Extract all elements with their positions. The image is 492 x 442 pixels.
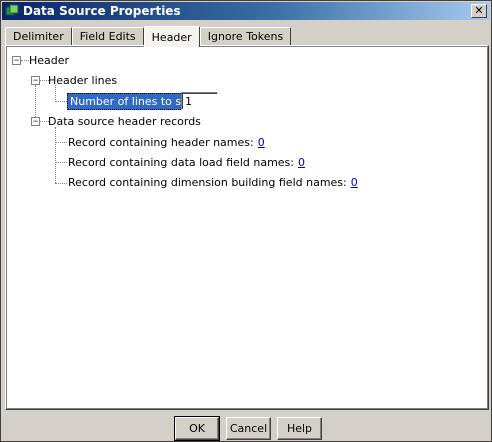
cancel-button[interactable]: Cancel bbox=[226, 417, 271, 440]
tab-label: Field Edits bbox=[79, 30, 136, 43]
help-button[interactable]: Help bbox=[277, 417, 322, 440]
collapse-icon[interactable]: − bbox=[31, 117, 40, 126]
tab-ignore-tokens[interactable]: Ignore Tokens bbox=[199, 27, 292, 46]
tab-header[interactable]: Header bbox=[143, 26, 200, 47]
ok-button[interactable]: OK bbox=[174, 416, 220, 441]
properties-tree[interactable]: − Header − Header lines Number of lines … bbox=[6, 46, 488, 409]
tab-delimiter[interactable]: Delimiter bbox=[5, 27, 72, 46]
collapse-icon[interactable]: − bbox=[31, 76, 40, 85]
tree-connector bbox=[55, 101, 67, 102]
record-dim-field-names-row: Record containing dimension building fie… bbox=[68, 176, 358, 189]
dialog-window: Data Source Properties ✕ Delimiter Field… bbox=[0, 0, 492, 442]
record-header-names-label: Record containing header names: bbox=[68, 136, 254, 149]
tree-connector bbox=[55, 127, 56, 183]
tab-label: Delimiter bbox=[13, 30, 64, 43]
collapse-icon[interactable]: − bbox=[12, 56, 21, 65]
tab-field-edits[interactable]: Field Edits bbox=[71, 27, 144, 46]
data-source-icon bbox=[4, 3, 20, 19]
tab-strip: Delimiter Field Edits Header Ignore Toke… bbox=[5, 24, 292, 47]
tree-connector bbox=[55, 142, 67, 143]
skip-lines-input[interactable] bbox=[181, 92, 218, 110]
tree-connector bbox=[55, 183, 67, 184]
window-title: Data Source Properties bbox=[23, 4, 181, 18]
tree-node-header-records[interactable]: Data source header records bbox=[48, 115, 201, 128]
tab-label: Ignore Tokens bbox=[207, 30, 284, 43]
tree-node-header-lines[interactable]: Header lines bbox=[48, 74, 117, 87]
record-dim-field-names-value[interactable]: 0 bbox=[351, 176, 358, 189]
tree-connector bbox=[55, 85, 56, 102]
record-load-field-names-row: Record containing data load field names:… bbox=[68, 156, 305, 169]
close-icon[interactable]: ✕ bbox=[471, 4, 487, 18]
record-load-field-names-label: Record containing data load field names: bbox=[68, 156, 294, 169]
record-header-names-row: Record containing header names: 0 bbox=[68, 136, 265, 149]
tab-panel: − Header − Header lines Number of lines … bbox=[5, 45, 489, 410]
tree-connector bbox=[55, 162, 67, 163]
record-load-field-names-value[interactable]: 0 bbox=[298, 156, 305, 169]
tree-node-header[interactable]: Header bbox=[29, 54, 69, 67]
record-dim-field-names-label: Record containing dimension building fie… bbox=[68, 176, 347, 189]
record-header-names-value[interactable]: 0 bbox=[258, 136, 265, 149]
title-bar[interactable]: Data Source Properties ✕ bbox=[2, 2, 490, 20]
tab-label: Header bbox=[151, 31, 192, 44]
